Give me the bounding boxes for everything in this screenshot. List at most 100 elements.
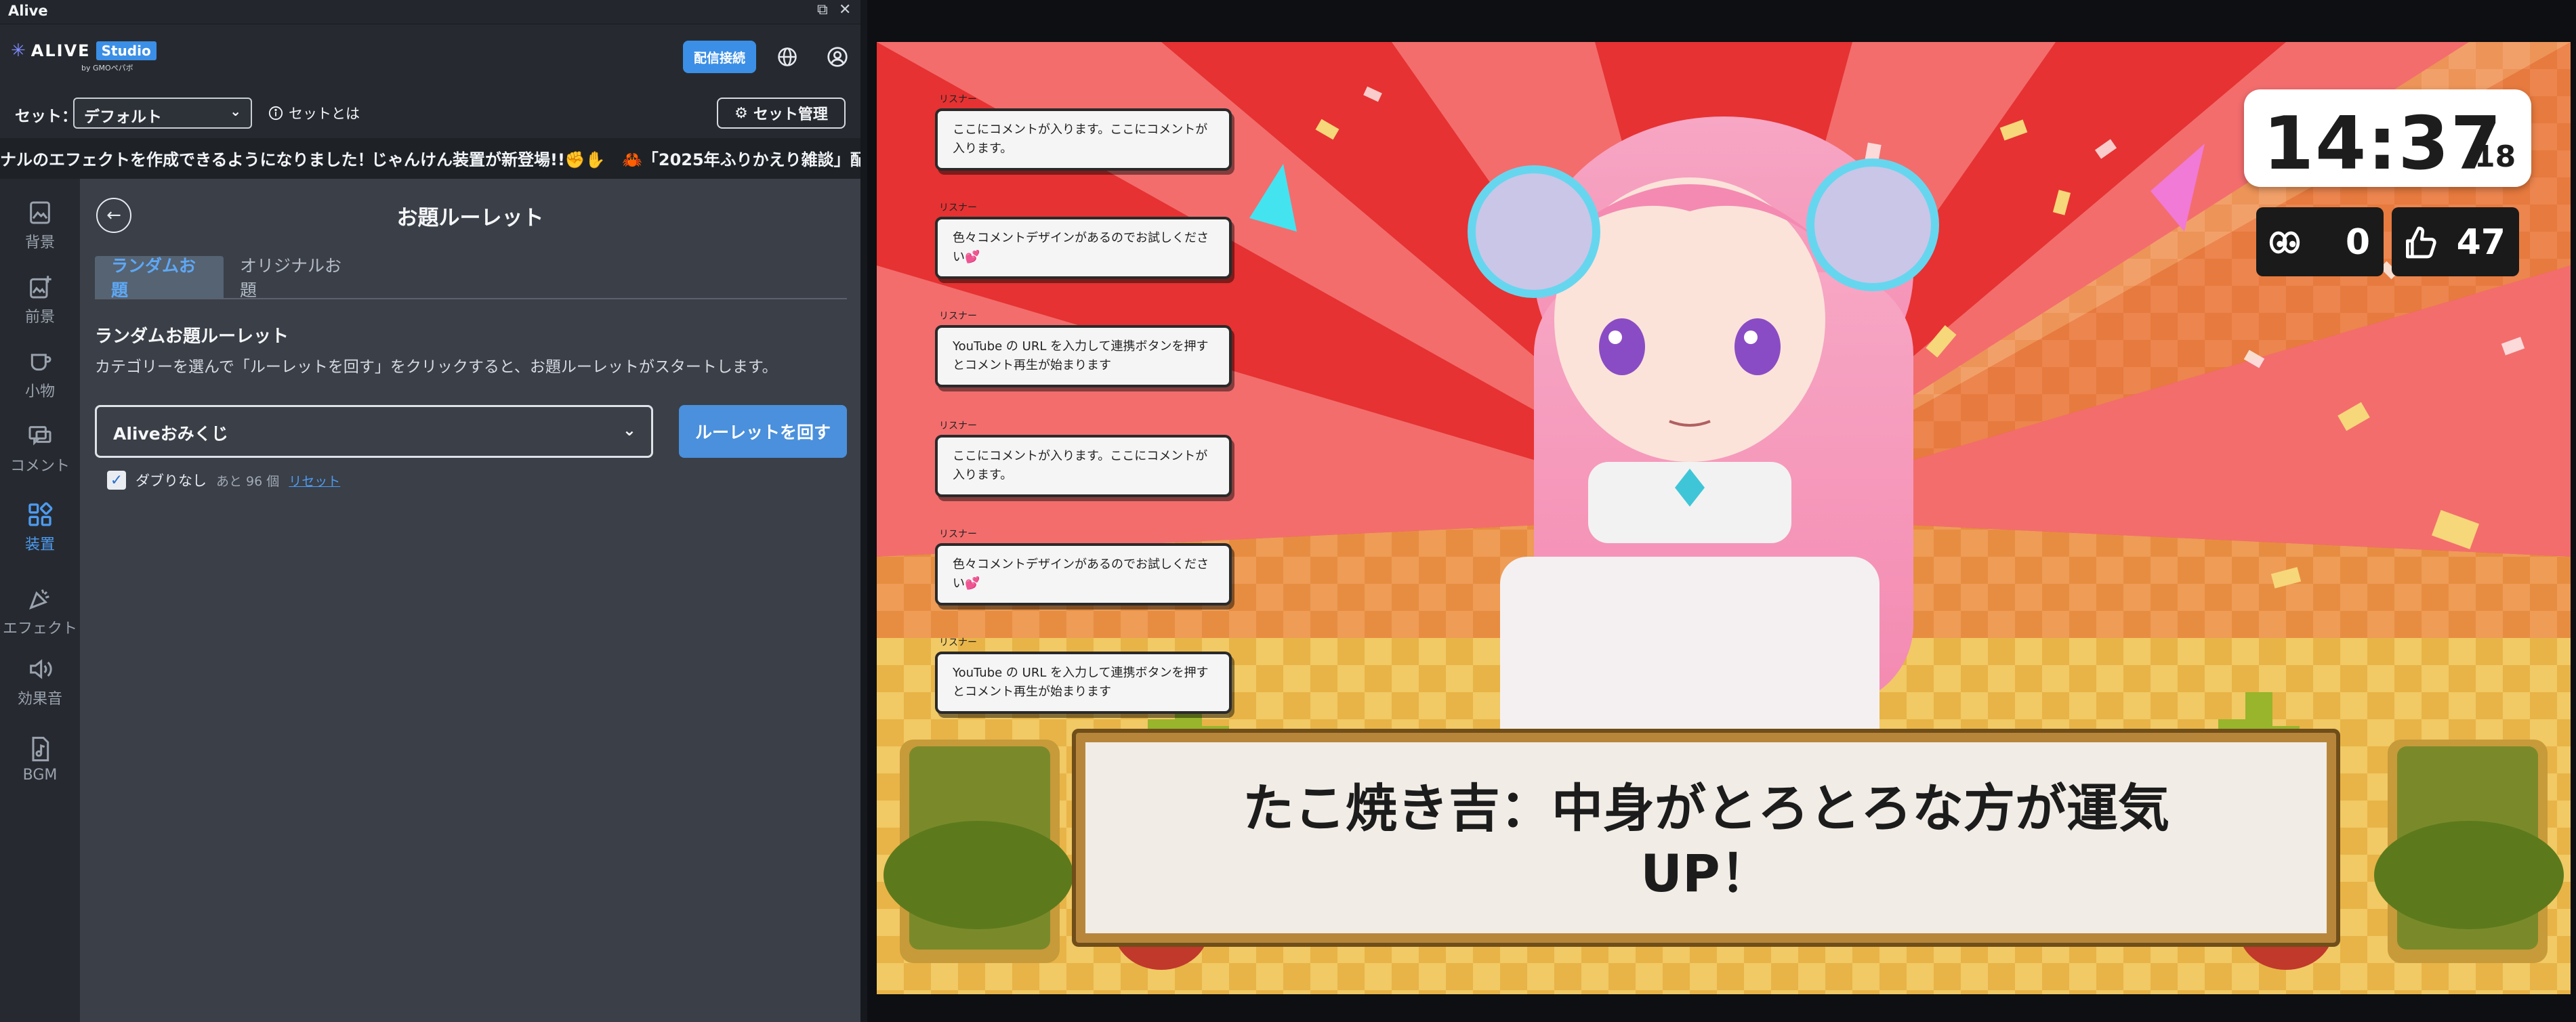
nav-label: 装置: [24, 536, 55, 553]
stream-clock: 14:37 18: [2244, 89, 2531, 187]
roulette-result-line1: たこ焼き吉：中身がとろとろな方が運気: [1243, 778, 2169, 838]
side-navigation: 背景 前景 小物 コメント 装置 エフェクト 効果音 BGM: [0, 179, 80, 1022]
set-help-label: セットとは: [289, 106, 360, 122]
nav-item-devices[interactable]: 装置: [0, 490, 80, 565]
roulette-result-text: たこ焼き吉：中身がとろとろな方が運気 UP！: [1085, 776, 2327, 906]
nav-item-foreground[interactable]: 前景: [0, 263, 80, 337]
comment-author: リスナー: [939, 421, 977, 431]
clock-hours-minutes: 14:37: [2263, 102, 2503, 186]
image-icon: [30, 201, 50, 224]
clock-seconds: 18: [2474, 140, 2516, 174]
comment-card: リスナー YouTube の URL を入力して連携ボタンを押すとコメント再生が…: [935, 635, 1232, 714]
gear-icon: ⚙: [734, 104, 748, 122]
nav-label: 前景: [24, 309, 55, 326]
roulette-panel: ← お題ルーレット ランダムお題 オリジナルお題 ランダムお題ルーレット カテゴ…: [80, 179, 860, 1022]
ticker-item[interactable]: ナルのエフェクトを作成できるようになりました！: [0, 146, 374, 170]
viewer-count: 0: [2345, 222, 2370, 263]
stream-connect-button[interactable]: 配信接続: [683, 41, 756, 73]
nav-item-sound-effects[interactable]: 効果音: [0, 645, 80, 719]
alive-studio-app: Alive ⧉ ✕ ✳ ALIVE Studio by GMOペパボ 配信接続 …: [0, 0, 860, 1022]
comment-card: リスナー 色々コメントデザインがあるのでお試しください💕: [935, 200, 1232, 279]
comment-text: YouTube の URL を入力して連携ボタンを押すとコメント再生が始まります: [935, 325, 1232, 387]
comment-text: YouTube の URL を入力して連携ボタンを押すとコメント再生が始まります: [935, 652, 1232, 714]
nav-label: BGM: [22, 767, 58, 784]
speaker-icon: [30, 659, 52, 679]
thumbs-up-icon: [2406, 226, 2436, 259]
grid-icon: [28, 502, 53, 526]
close-icon[interactable]: ✕: [839, 1, 851, 18]
logo-wordmark: ALIVE: [30, 41, 91, 60]
set-manage-button[interactable]: ⚙ セット管理: [717, 98, 846, 129]
nav-label: 効果音: [17, 691, 62, 708]
ticker-item[interactable]: じゃんけん装置が新登場!!✊✋: [371, 146, 606, 170]
roulette-tabs: ランダムお題 オリジナルお題: [95, 256, 847, 300]
logo-studio-badge: Studio: [96, 41, 157, 60]
reset-link[interactable]: リセット: [289, 471, 340, 490]
logo-star-icon: ✳: [11, 41, 26, 61]
no-duplicate-label: ダブりなし: [136, 473, 207, 489]
set-help-link[interactable]: セットとは: [268, 103, 360, 123]
no-duplicate-checkbox[interactable]: ✓: [107, 471, 126, 490]
panel-divider[interactable]: [860, 0, 867, 1022]
comment-card: リスナー ここにコメントが入ります。ここにコメントが入ります。: [935, 419, 1232, 497]
account-icon[interactable]: [823, 42, 852, 72]
nav-item-effects[interactable]: エフェクト: [0, 574, 80, 649]
nav-label: エフェクト: [2, 620, 77, 637]
eyes-icon: [2269, 231, 2300, 254]
set-manage-label: セット管理: [753, 106, 828, 123]
comment-author: リスナー: [939, 637, 977, 648]
category-dropdown-value: Aliveおみくじ: [113, 424, 228, 444]
logo-byline: by GMOペパボ: [81, 64, 133, 72]
party-icon: [29, 589, 49, 610]
roulette-result-line2: UP！: [1640, 843, 1772, 903]
nav-label: コメント: [9, 458, 70, 475]
like-counter: 47: [2392, 207, 2519, 276]
nav-item-bgm[interactable]: BGM: [0, 725, 80, 799]
comment-card: リスナー ここにコメントが入ります。ここにコメントが入ります。: [935, 92, 1232, 171]
section-title: ランダムお題ルーレット: [95, 326, 289, 347]
comment-text: 色々コメントデザインがあるのでお試しください💕: [935, 217, 1232, 279]
comment-text: ここにコメントが入ります。ここにコメントが入ります。: [935, 435, 1232, 497]
set-label: セット：: [15, 108, 77, 125]
tab-original-topic[interactable]: オリジナルお題: [224, 256, 366, 300]
popout-icon[interactable]: ⧉: [817, 1, 828, 18]
image-plus-icon: [30, 276, 51, 299]
stream-preview: リスナー ここにコメントが入ります。ここにコメントが入ります。 リスナー 色々コ…: [877, 42, 2571, 994]
ticker-item[interactable]: 🦀「2025年ふりかえり雑談」配信で!: [622, 146, 860, 170]
page-title: お題ルーレット: [396, 206, 544, 230]
window-title: Alive: [8, 3, 48, 19]
set-dropdown-value: デフォルト: [84, 108, 162, 126]
roulette-result-banner: たこ焼き吉：中身がとろとろな方が運気 UP！: [1076, 733, 2336, 943]
viewer-counter: 0: [2256, 207, 2384, 276]
nav-item-props[interactable]: 小物: [0, 337, 80, 412]
comment-author: リスナー: [939, 203, 977, 213]
news-ticker: ナルのエフェクトを作成できるようになりました！ じゃんけん装置が新登場!!✊✋ …: [0, 138, 860, 179]
set-dropdown[interactable]: デフォルト ⌄: [73, 98, 252, 129]
nav-item-comment[interactable]: コメント: [0, 412, 80, 486]
set-bar: セット： デフォルト ⌄ セットとは ⚙ セット管理: [0, 89, 860, 138]
comment-text: 色々コメントデザインがあるのでお試しください💕: [935, 543, 1232, 605]
comment-author: リスナー: [939, 94, 977, 105]
window-titlebar: Alive ⧉ ✕: [0, 0, 860, 24]
category-dropdown[interactable]: Aliveおみくじ ⌄: [95, 405, 653, 458]
music-file-icon: [32, 736, 49, 762]
alive-studio-logo: ✳ ALIVE Studio by GMOペパボ: [11, 41, 157, 72]
tab-random-topic[interactable]: ランダムお題: [95, 256, 224, 300]
nav-item-background[interactable]: 背景: [0, 188, 80, 263]
app-header: ✳ ALIVE Studio by GMOペパボ 配信接続: [0, 24, 860, 89]
comment-card: リスナー YouTube の URL を入力して連携ボタンを押すとコメント再生が…: [935, 309, 1232, 387]
nav-label: 背景: [24, 234, 55, 251]
comment-author: リスナー: [939, 311, 977, 322]
info-icon: [268, 106, 283, 121]
no-duplicate-option: ✓ ダブりなし あと 96 個 リセット: [107, 470, 340, 490]
globe-icon[interactable]: [772, 42, 802, 72]
chevron-down-icon: ⌄: [230, 103, 241, 119]
comment-card: リスナー 色々コメントデザインがあるのでお試しください💕: [935, 527, 1232, 605]
remaining-count: あと 96 個: [216, 473, 280, 489]
cup-icon: [30, 354, 51, 371]
comment-icon: [28, 426, 51, 446]
chevron-down-icon: ⌄: [622, 421, 636, 440]
comment-text: ここにコメントが入ります。ここにコメントが入ります。: [935, 108, 1232, 171]
spin-roulette-button[interactable]: ルーレットを回す: [679, 405, 847, 458]
like-count: 47: [2456, 222, 2506, 263]
